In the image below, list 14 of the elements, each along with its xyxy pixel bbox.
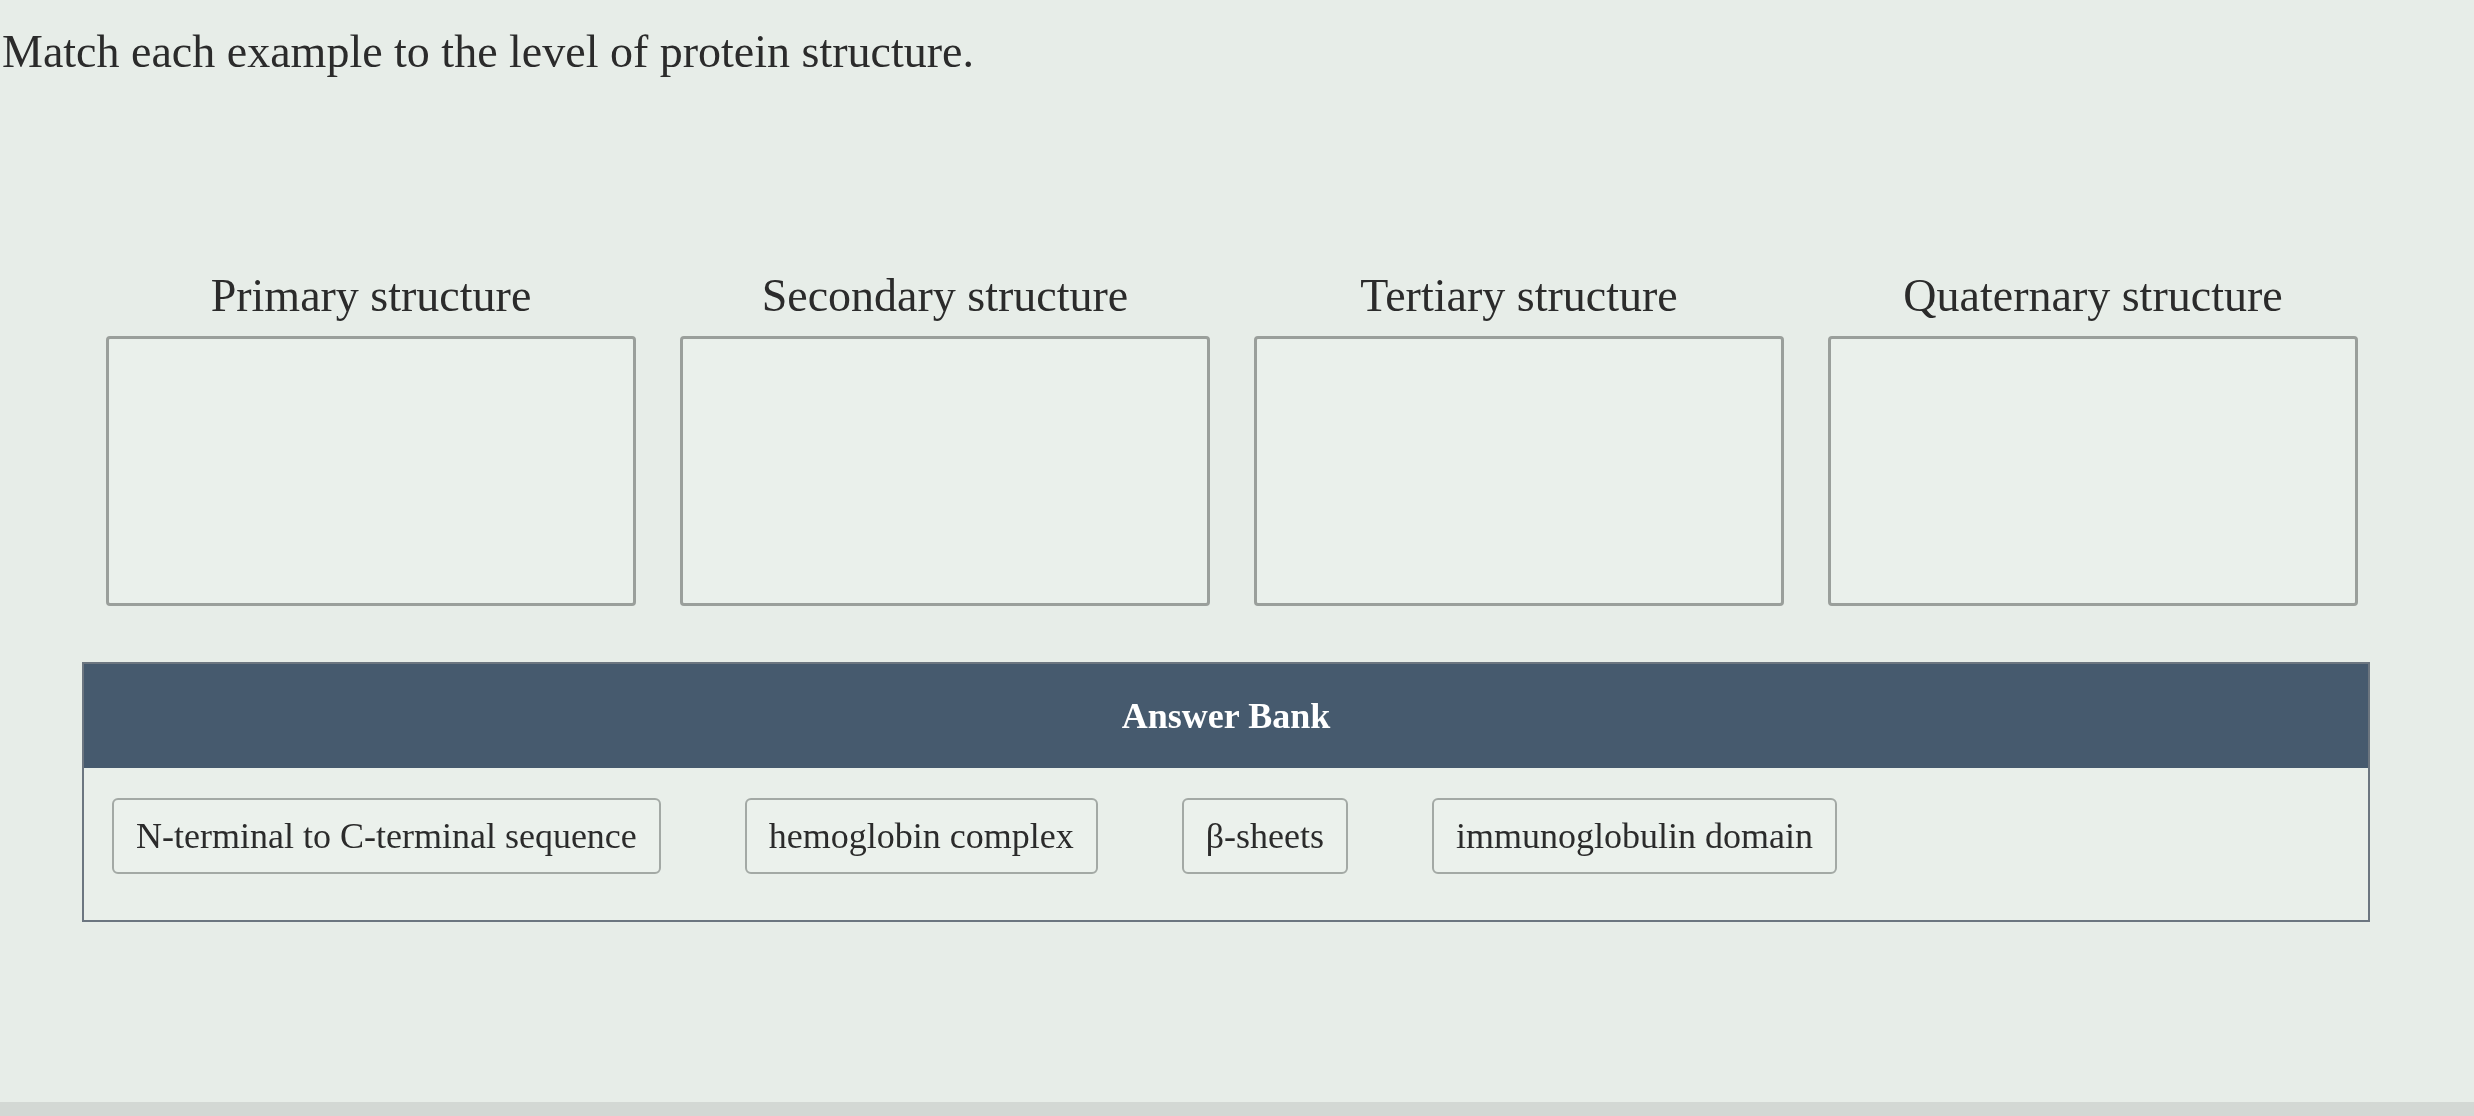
answer-box[interactable]: [106, 336, 636, 606]
answer-box[interactable]: [1828, 336, 2358, 606]
category-label: Secondary structure: [761, 269, 1129, 323]
category-label: Tertiary structure: [1360, 269, 1678, 323]
answer-tile[interactable]: immunoglobulin domain: [1432, 798, 1838, 874]
category-label: Quaternary structure: [1903, 269, 2283, 323]
answer-box[interactable]: [1254, 336, 1784, 606]
category-label: Primary structure: [210, 269, 532, 323]
answer-tile[interactable]: N-terminal to C-terminal sequence: [112, 798, 661, 874]
answer-tile[interactable]: hemoglobin complex: [744, 798, 1098, 874]
question-prompt: Match each example to the level of protein structure.: [2, 26, 974, 77]
answer-bank-header: Answer Bank: [84, 664, 2368, 768]
answer-tile[interactable]: β-sheets: [1181, 798, 1349, 874]
answer-box[interactable]: [680, 336, 1210, 606]
